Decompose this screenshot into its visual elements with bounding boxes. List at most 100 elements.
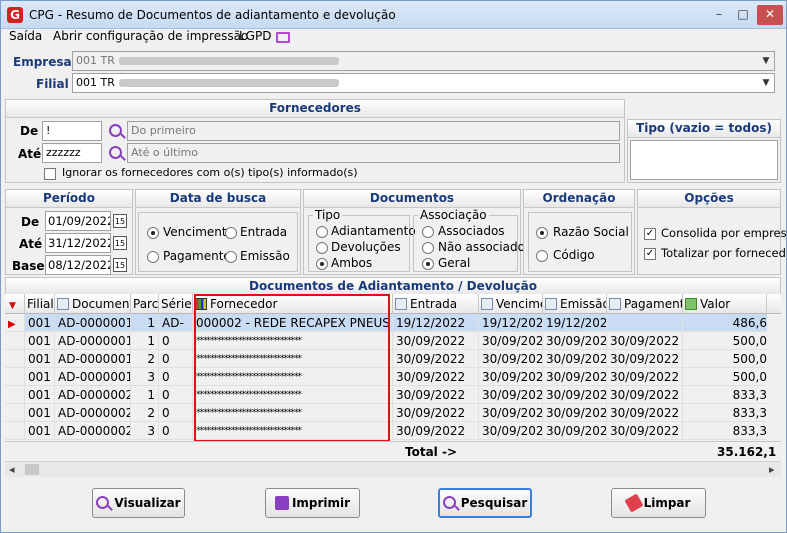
calendar-icon[interactable]: 15 (113, 236, 127, 250)
col-entrada[interactable]: Entrada (393, 294, 479, 314)
fornecedor-ate-input[interactable]: zzzzzz (42, 143, 102, 163)
close-icon[interactable]: ✕ (757, 5, 783, 25)
window-title: CPG - Resumo de Documentos de adiantamen… (29, 8, 396, 22)
masked-text (118, 57, 339, 65)
row-indicator[interactable]: ▶ (5, 314, 25, 332)
search-icon[interactable] (109, 124, 122, 137)
limpar-button[interactable]: Limpar (611, 488, 706, 518)
menu-saida[interactable]: Saída (9, 29, 42, 43)
calendar-icon[interactable]: 15 (113, 258, 127, 272)
row-indicator[interactable] (5, 386, 25, 404)
cell-entrada: 30/09/2022 (393, 422, 479, 440)
cell-serie: 0 (159, 422, 193, 440)
filial-select[interactable]: 001 TR ▼ (72, 73, 775, 93)
ignorar-checkbox[interactable] (44, 168, 56, 180)
doc-assoc-label: Associação (418, 208, 489, 222)
row-indicator[interactable] (5, 404, 25, 422)
chevron-left-icon[interactable]: ◂ (9, 463, 15, 476)
radio-entrada[interactable] (225, 227, 237, 239)
radio-geral[interactable] (422, 258, 434, 270)
table-row[interactable]: 001 AD-0000001 1 0 *************************… (5, 332, 781, 350)
menu-bar: Saída Abrir configuração de impressão LG… (1, 29, 786, 47)
consolida-checkbox[interactable]: ✓ (644, 228, 656, 240)
row-indicator[interactable] (5, 350, 25, 368)
horizontal-scrollbar[interactable]: ◂ ▸ (5, 461, 781, 477)
adiantamento-label: Adiantamento (331, 224, 416, 238)
chevron-right-icon[interactable]: ▸ (769, 463, 775, 476)
periodo-base-input[interactable]: 08/12/2022 (45, 255, 111, 275)
chevron-down-icon[interactable]: ▼ (758, 74, 774, 92)
eraser-icon (624, 493, 644, 513)
monitor-icon[interactable] (276, 32, 290, 43)
radio-codigo[interactable] (536, 250, 548, 262)
search-icon[interactable] (109, 146, 122, 159)
cell-vencimento: 30/09/2022 (479, 386, 543, 404)
vertical-scrollbar[interactable] (767, 314, 781, 441)
menu-abrir-configuracao[interactable]: Abrir configuração de impressão (53, 29, 248, 43)
col-documento[interactable]: Documento (55, 294, 131, 314)
radio-pagamento[interactable] (147, 251, 159, 263)
col-vencimento[interactable]: Vencimento (479, 294, 543, 314)
row-indicator[interactable] (5, 422, 25, 440)
cell-documento: AD-0000002 (55, 422, 131, 440)
cell-entrada: 30/09/2022 (393, 368, 479, 386)
cell-filial: 001 (25, 332, 55, 350)
table-row[interactable]: 001 AD-0000002 2 0 *************************… (5, 404, 781, 422)
cell-pagamento: 30/09/2022 (607, 368, 683, 386)
cell-emissao: 30/09/2022 (543, 422, 607, 440)
visualizar-button[interactable]: Visualizar (92, 488, 185, 518)
periodo-ate-input[interactable]: 31/12/2022 (45, 233, 111, 253)
menu-lgpd[interactable]: LGPD (239, 29, 271, 43)
radio-vencimento[interactable] (147, 227, 159, 239)
minimize-icon[interactable]: – (708, 6, 730, 24)
cell-parc: 1 (131, 386, 159, 404)
empresa-select[interactable]: 001 TR ▼ (72, 51, 775, 71)
radio-devolucoes[interactable] (316, 242, 328, 254)
col-pagamento[interactable]: Pagamento (607, 294, 683, 314)
cell-filial: 001 (25, 350, 55, 368)
calendar-icon (545, 298, 557, 310)
emissao-label: Emissão (240, 249, 290, 263)
pesquisar-button[interactable]: Pesquisar (438, 488, 532, 518)
cell-entrada: 19/12/2022 (393, 314, 479, 332)
fornecedor-de-input[interactable]: ! (42, 121, 102, 141)
tipo-list[interactable] (630, 140, 778, 180)
row-indicator[interactable] (5, 368, 25, 386)
totalizar-checkbox[interactable]: ✓ (644, 248, 656, 260)
periodo-panel: Período De 01/09/2022 15 Até 31/12/2022 … (5, 189, 133, 275)
col-parc[interactable]: Parc (131, 294, 159, 314)
radio-nao-associados[interactable] (422, 242, 434, 254)
de-label: De (20, 124, 39, 138)
ordenacao-panel: Ordenação Razão Social Código (523, 189, 635, 275)
calendar-icon[interactable]: 15 (113, 214, 127, 228)
table-row[interactable]: 001 AD-0000001 3 0 *************************… (5, 368, 781, 386)
periodo-de-input[interactable]: 01/09/2022 (45, 211, 111, 231)
visualizar-label: Visualizar (114, 496, 181, 510)
cell-emissao: 30/09/2022 (543, 404, 607, 422)
row-indicator[interactable] (5, 332, 25, 350)
cell-pagamento: 30/09/2022 (607, 332, 683, 350)
radio-associados[interactable] (422, 226, 434, 238)
table-row[interactable]: ▶ 001 AD-0000001 1 AD- 000002 - REDE RECAPEX … (5, 314, 781, 332)
radio-razao-social[interactable] (536, 227, 548, 239)
table-row[interactable]: 001 AD-0000002 3 0 *************************… (5, 422, 781, 440)
table-row[interactable]: 001 AD-0000002 1 0 *************************… (5, 386, 781, 404)
cell-parc: 2 (131, 350, 159, 368)
maximize-icon[interactable]: □ (732, 6, 754, 24)
filial-value: 001 TR (76, 76, 115, 89)
table-row[interactable]: 001 AD-0000001 2 0 *************************… (5, 350, 781, 368)
col-serie[interactable]: Série (159, 294, 193, 314)
calendar-icon (395, 298, 407, 310)
col-pagamento-label: Pagamento (624, 297, 682, 311)
col-filial[interactable]: Filial (25, 294, 55, 314)
printer-icon (274, 496, 289, 510)
radio-adiantamento[interactable] (316, 226, 328, 238)
radio-ambos[interactable] (316, 258, 328, 270)
scroll-thumb[interactable] (25, 464, 39, 475)
imprimir-label: Imprimir (291, 496, 351, 510)
col-valor[interactable]: Valor (683, 294, 767, 314)
imprimir-button[interactable]: Imprimir (265, 488, 360, 518)
radio-emissao[interactable] (225, 251, 237, 263)
chevron-down-icon[interactable]: ▼ (758, 52, 774, 70)
col-emissao[interactable]: Emissão (543, 294, 607, 314)
